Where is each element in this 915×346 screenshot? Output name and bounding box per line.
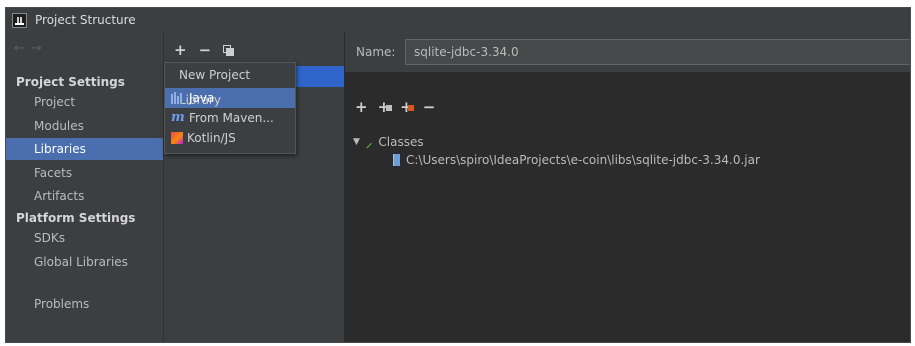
remove-library-button[interactable]: −	[199, 41, 212, 59]
kotlin-icon	[171, 132, 183, 144]
class-badge-icon	[385, 105, 392, 111]
library-detail-panel: Name: sqlite-jdbc-3.34.0 + + + − ▼ ⸝ Cla…	[345, 32, 910, 342]
add-library-button[interactable]: +	[174, 41, 187, 59]
java-library-icon	[171, 92, 185, 104]
settings-sidebar: ←→ Project Settings Project Modules Libr…	[6, 32, 164, 342]
popup-item-label: From Maven...	[189, 111, 274, 125]
add-class-root-button[interactable]: +	[378, 98, 392, 116]
add-root-button[interactable]: +	[355, 98, 368, 116]
sidebar-item-facets[interactable]: Facets	[6, 162, 163, 184]
name-row: Name: sqlite-jdbc-3.34.0	[345, 32, 910, 72]
popup-item-label: Kotlin/JS	[187, 131, 236, 145]
popup-item-kotlin-js[interactable]: Kotlin/JS	[165, 128, 295, 148]
maven-icon: m	[171, 110, 185, 125]
project-settings-heading: Project Settings	[16, 75, 125, 89]
back-arrow-icon[interactable]: ←	[14, 41, 31, 56]
popup-header: New Project Library	[179, 68, 251, 107]
tree-node-label: Classes	[378, 135, 424, 149]
remove-root-button[interactable]: −	[423, 98, 436, 116]
sidebar-item-global-libraries[interactable]: Global Libraries	[6, 251, 163, 273]
jar-badge-icon	[408, 105, 415, 111]
intellij-icon: IJ	[12, 12, 27, 28]
window-title: Project Structure	[35, 13, 136, 27]
expand-toggle-icon[interactable]: ▼	[353, 137, 360, 147]
forward-arrow-icon[interactable]: →	[31, 41, 48, 56]
sidebar-item-libraries[interactable]: Libraries	[6, 138, 163, 160]
sidebar-item-artifacts[interactable]: Artifacts	[6, 185, 163, 207]
name-label: Name:	[356, 45, 396, 59]
hammer-icon: ⸝	[365, 136, 373, 151]
classes-toolbar: + + + −	[355, 98, 435, 116]
popup-item-from-maven[interactable]: m From Maven...	[165, 108, 295, 128]
sidebar-item-problems[interactable]: Problems	[6, 293, 163, 315]
popup-item-label: Java	[189, 91, 215, 105]
library-name-field[interactable]: sqlite-jdbc-3.34.0	[405, 39, 910, 65]
jar-icon	[393, 154, 400, 166]
jar-path: C:\Users\spiro\IdeaProjects\e-coin\libs\…	[406, 153, 760, 167]
sidebar-item-modules[interactable]: Modules	[6, 115, 163, 137]
nav-arrows: ←→	[14, 41, 48, 56]
selected-library-row[interactable]	[294, 66, 344, 87]
title-bar: IJ Project Structure	[6, 8, 910, 32]
new-project-library-popup: New Project Library Java m From Maven...…	[164, 62, 296, 154]
platform-settings-heading: Platform Settings	[16, 211, 136, 225]
project-structure-window: IJ Project Structure ←→ Project Settings…	[5, 7, 911, 343]
sidebar-item-project[interactable]: Project	[6, 91, 163, 113]
add-jar-root-button[interactable]: +	[400, 98, 415, 116]
sidebar-item-sdks[interactable]: SDKs	[6, 227, 163, 249]
tree-node-jar[interactable]: C:\Users\spiro\IdeaProjects\e-coin\libs\…	[393, 153, 760, 167]
libraries-toolbar: + −	[174, 41, 235, 59]
copy-icon[interactable]	[223, 44, 235, 56]
tree-node-classes[interactable]: ▼ ⸝ Classes	[353, 133, 424, 151]
